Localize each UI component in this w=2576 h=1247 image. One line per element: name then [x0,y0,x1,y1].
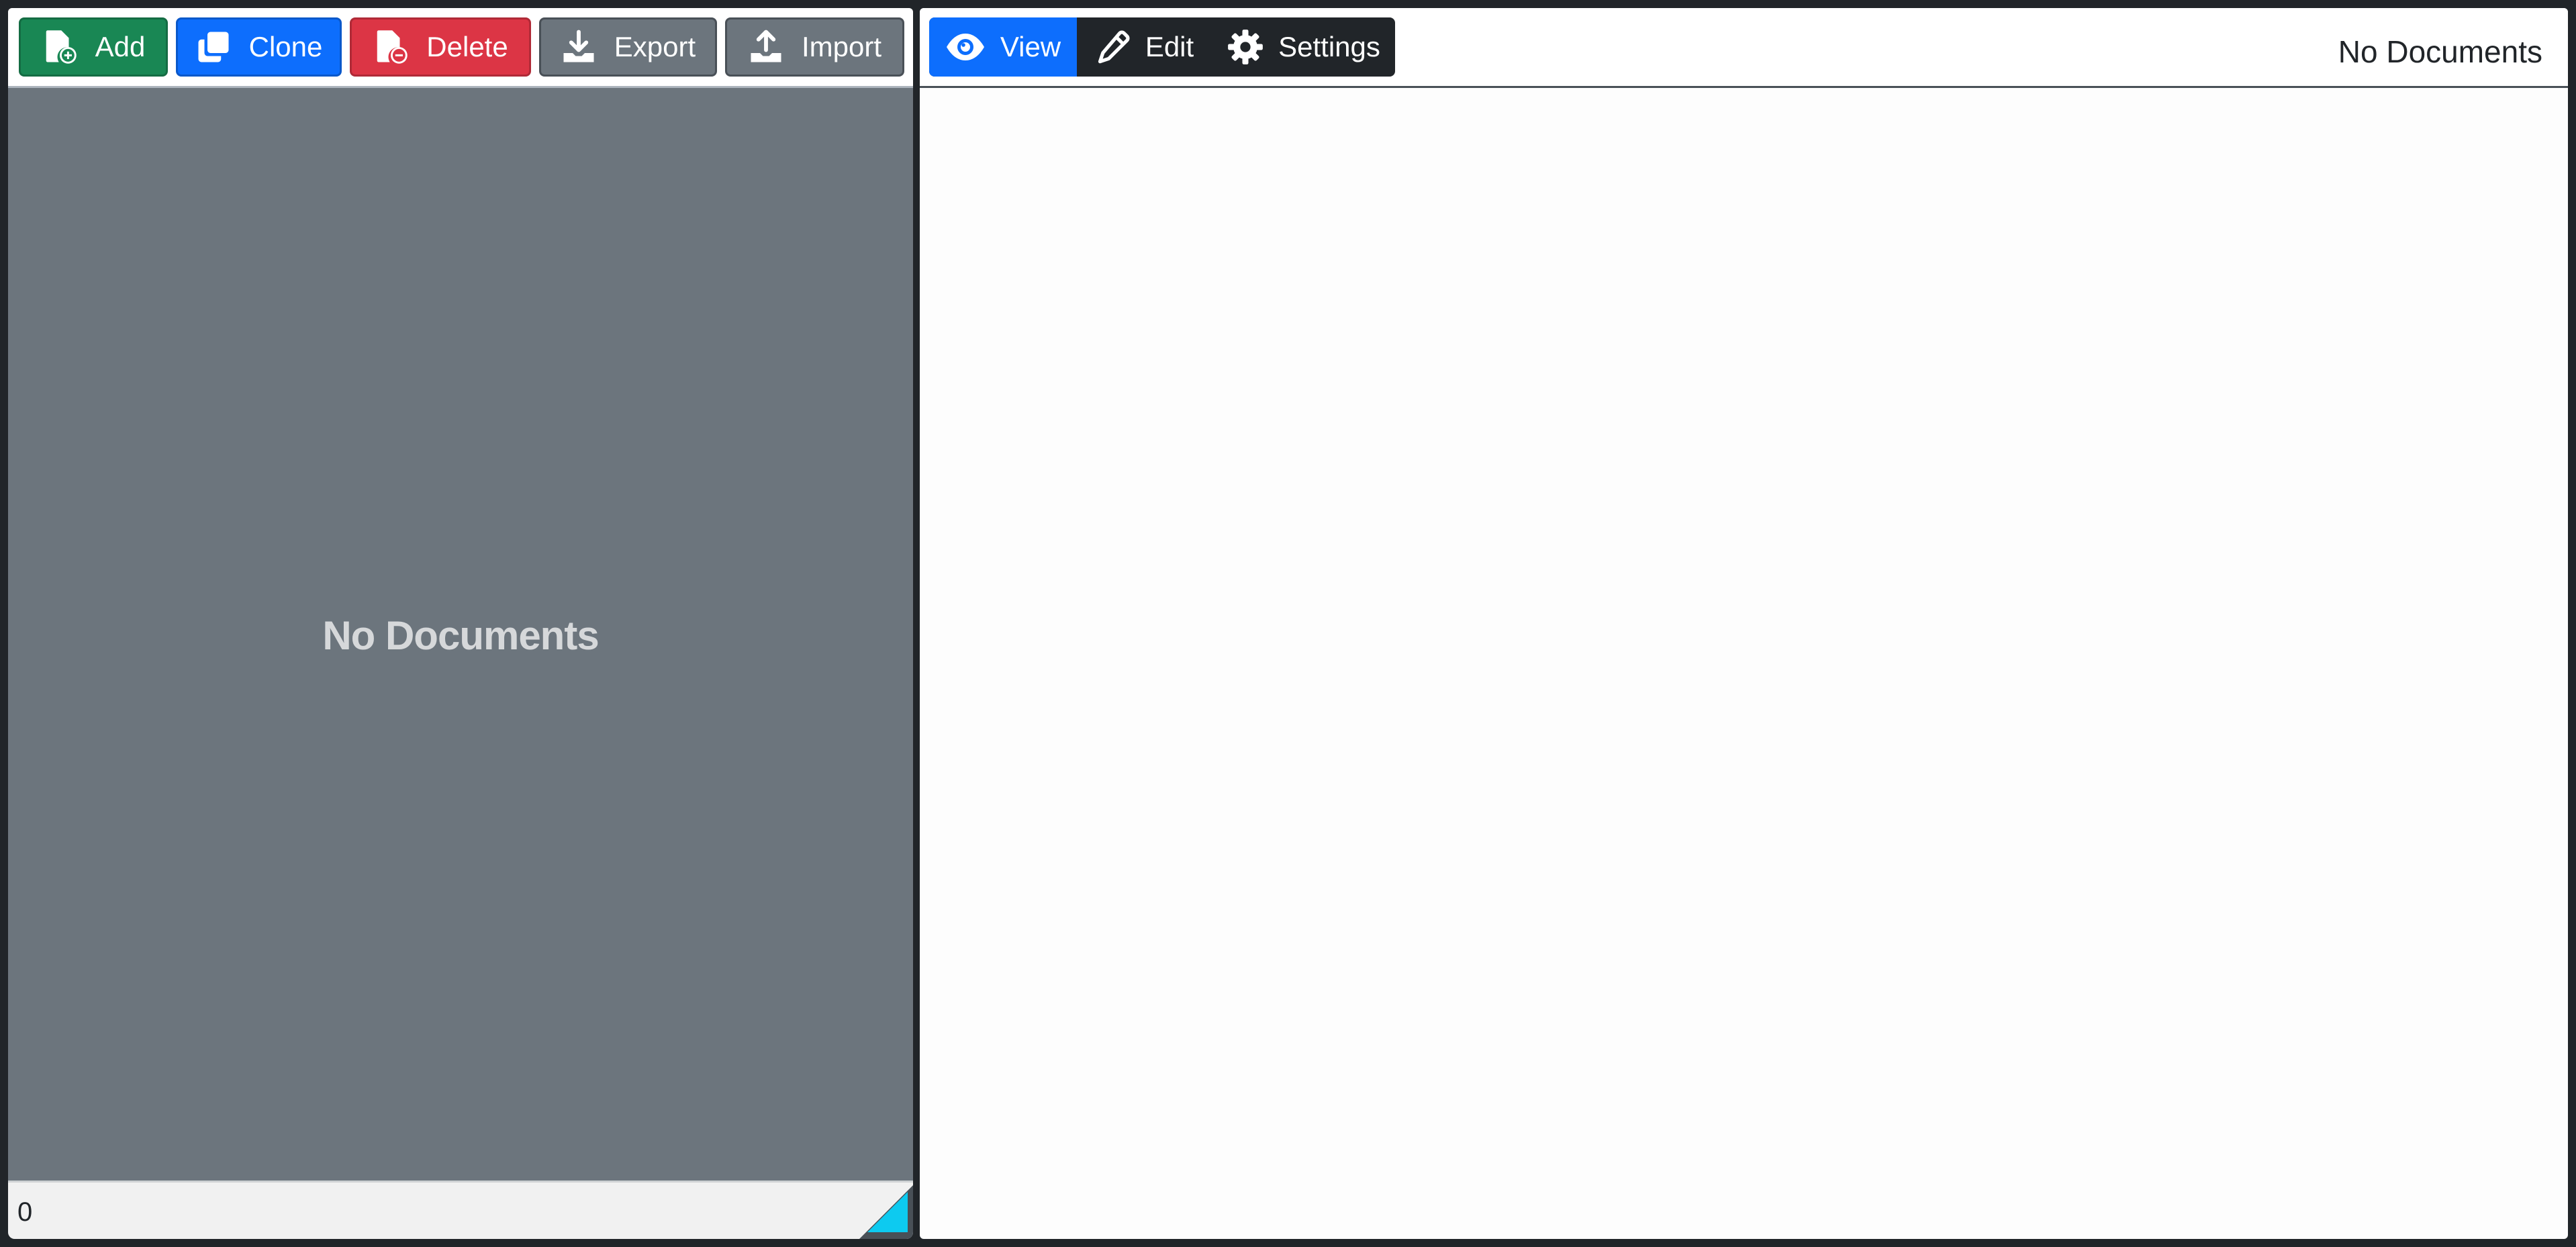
download-icon [561,29,597,65]
eye-icon [945,32,986,62]
export-button[interactable]: Export [539,17,717,77]
clone-button-label: Clone [248,31,323,62]
tab-edit[interactable]: Edit [1077,17,1212,77]
file-delete-icon [373,29,409,65]
empty-list-message: No Documents [322,613,599,658]
resize-handle[interactable] [859,1185,913,1239]
document-viewer-panel: View Edit Settings No Documents [920,8,2568,1239]
tab-settings-label: Settings [1278,31,1380,62]
mode-tab-group: View Edit Settings [929,17,1395,77]
viewer-toolbar: View Edit Settings No Documents [920,8,2568,88]
clone-button[interactable]: Clone [176,17,342,77]
document-status: No Documents [2338,34,2542,69]
delete-button-label: Delete [426,31,508,62]
add-button[interactable]: Add [19,17,168,77]
upload-icon [748,29,784,65]
import-button-label: Import [801,31,882,62]
tab-edit-label: Edit [1145,31,1194,62]
copy-icon [195,29,232,65]
file-add-icon [42,29,78,65]
delete-button[interactable]: Delete [350,17,531,77]
add-button-label: Add [95,31,146,62]
document-list-footer: 0 [8,1181,913,1239]
pencil-icon [1096,30,1131,64]
document-list-toolbar: Add Clone Delete Export Import [8,8,913,88]
tab-view-label: View [1000,31,1061,62]
document-list-panel: Add Clone Delete Export Import No Docume… [8,8,913,1239]
document-count: 0 [17,1197,33,1227]
import-button[interactable]: Import [725,17,904,77]
gear-icon [1227,29,1263,65]
export-button-label: Export [614,31,696,62]
tab-view[interactable]: View [929,17,1077,77]
tab-settings[interactable]: Settings [1212,17,1395,77]
